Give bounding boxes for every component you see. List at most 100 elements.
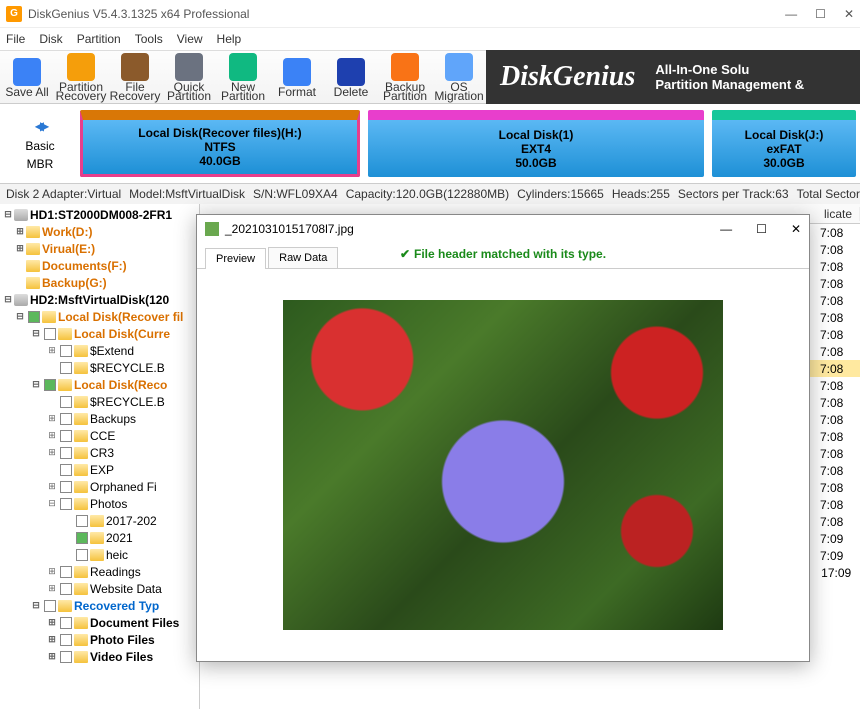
checkbox[interactable]: [60, 413, 72, 425]
menu-partition[interactable]: Partition: [77, 32, 121, 46]
checkbox[interactable]: [76, 515, 88, 527]
tree-item[interactable]: ⊟Local Disk(Curre: [0, 325, 199, 342]
next-disk-button[interactable]: ▶: [40, 119, 45, 133]
expand-icon[interactable]: ⊞: [46, 481, 58, 492]
preview-close-button[interactable]: ✕: [791, 222, 801, 236]
expand-icon[interactable]: ⊟: [2, 294, 14, 305]
maximize-button[interactable]: ☐: [815, 7, 826, 21]
toolbar-quick-partition[interactable]: Quick Partition: [162, 50, 216, 104]
tree-item[interactable]: ⊞Virual(E:): [0, 240, 199, 257]
tree-item[interactable]: EXP: [0, 461, 199, 478]
preview-maximize-button[interactable]: ☐: [756, 222, 767, 236]
checkbox[interactable]: [60, 362, 72, 374]
checkbox[interactable]: [76, 549, 88, 561]
menu-help[interactable]: Help: [217, 32, 242, 46]
tree-item[interactable]: ⊞Website Data: [0, 580, 199, 597]
expand-icon[interactable]: ⊞: [46, 583, 58, 594]
tree-item[interactable]: ⊞CCE: [0, 427, 199, 444]
expand-icon[interactable]: ⊟: [14, 311, 26, 322]
tree-item[interactable]: ⊟Local Disk(Reco: [0, 376, 199, 393]
toolbar-partition-recovery[interactable]: Partition Recovery: [54, 50, 108, 104]
tree-item[interactable]: ⊟Recovered Typ: [0, 597, 199, 614]
expand-icon[interactable]: ⊞: [46, 617, 58, 628]
col-duplicate[interactable]: licate: [820, 207, 860, 221]
tree-item[interactable]: ⊞CR3: [0, 444, 199, 461]
partition-block[interactable]: Local Disk(1)EXT450.0GB: [368, 110, 704, 177]
expand-icon[interactable]: ⊞: [14, 226, 26, 237]
tab-raw-data[interactable]: Raw Data: [268, 247, 338, 268]
checkbox[interactable]: [60, 396, 72, 408]
toolbar-os-migration[interactable]: OS Migration: [432, 50, 486, 104]
tree-item[interactable]: 2021: [0, 529, 199, 546]
minimize-button[interactable]: —: [785, 7, 797, 21]
tree-item[interactable]: ⊞ Readings: [0, 563, 199, 580]
tree-item[interactable]: ⊟Photos: [0, 495, 199, 512]
checkbox[interactable]: [76, 532, 88, 544]
expand-icon[interactable]: ⊞: [46, 345, 58, 356]
checkbox[interactable]: [60, 464, 72, 476]
tree-item[interactable]: heic: [0, 546, 199, 563]
tree-item[interactable]: ⊞Orphaned Fi: [0, 478, 199, 495]
expand-icon[interactable]: ⊞: [46, 447, 58, 458]
toolbar-backup-partition[interactable]: Backup Partition: [378, 50, 432, 104]
checkbox[interactable]: [28, 311, 40, 323]
expand-icon[interactable]: ⊞: [46, 634, 58, 645]
tree-item[interactable]: $RECYCLE.B: [0, 393, 199, 410]
tree-item[interactable]: ⊞Document Files: [0, 614, 199, 631]
checkbox[interactable]: [60, 498, 72, 510]
toolbar-file-recovery[interactable]: File Recovery: [108, 50, 162, 104]
tree-item[interactable]: ⊞Photo Files: [0, 631, 199, 648]
checkbox[interactable]: [60, 430, 72, 442]
toolbar-save-all[interactable]: Save All: [0, 50, 54, 104]
expand-icon[interactable]: ⊞: [46, 566, 58, 577]
preview-minimize-button[interactable]: —: [720, 222, 732, 236]
expand-icon[interactable]: ⊟: [30, 600, 42, 611]
save-all-icon: [13, 58, 41, 86]
tree-item[interactable]: $RECYCLE.B: [0, 359, 199, 376]
tree-label: Readings: [90, 565, 141, 579]
checkbox[interactable]: [60, 481, 72, 493]
checkbox[interactable]: [60, 345, 72, 357]
expand-icon[interactable]: ⊟: [30, 328, 42, 339]
tree-item[interactable]: ⊞Video Files: [0, 648, 199, 665]
checkbox[interactable]: [60, 617, 72, 629]
checkbox[interactable]: [44, 328, 56, 340]
toolbar-delete[interactable]: Delete: [324, 50, 378, 104]
preview-titlebar[interactable]: _20210310151708l7.jpg — ☐ ✕: [197, 215, 809, 243]
tree-item[interactable]: 2017-202: [0, 512, 199, 529]
expand-icon[interactable]: ⊟: [30, 379, 42, 390]
partition-block[interactable]: Local Disk(Recover files)(H:)NTFS40.0GB: [80, 110, 360, 177]
tree-item[interactable]: ⊞Backups: [0, 410, 199, 427]
expand-icon[interactable]: ⊟: [46, 498, 58, 509]
directory-tree[interactable]: ⊟HD1:ST2000DM008-2FR1⊞Work(D:)⊞Virual(E:…: [0, 204, 200, 709]
toolbar-format[interactable]: Format: [270, 50, 324, 104]
checkbox[interactable]: [60, 447, 72, 459]
checkbox[interactable]: [60, 566, 72, 578]
partition-block[interactable]: Local Disk(J:)exFAT30.0GB: [712, 110, 856, 177]
tree-item[interactable]: ⊟HD1:ST2000DM008-2FR1: [0, 206, 199, 223]
tree-item[interactable]: ⊟Local Disk(Recover fil: [0, 308, 199, 325]
checkbox[interactable]: [60, 634, 72, 646]
checkbox[interactable]: [44, 600, 56, 612]
toolbar-new-partition[interactable]: New Partition: [216, 50, 270, 104]
folder-icon: [58, 328, 72, 340]
menu-file[interactable]: File: [6, 32, 25, 46]
tree-item[interactable]: Documents(F:): [0, 257, 199, 274]
tree-item[interactable]: ⊟HD2:MsftVirtualDisk(120: [0, 291, 199, 308]
checkbox[interactable]: [60, 651, 72, 663]
menu-tools[interactable]: Tools: [135, 32, 163, 46]
menu-disk[interactable]: Disk: [39, 32, 62, 46]
checkbox[interactable]: [44, 379, 56, 391]
expand-icon[interactable]: ⊞: [46, 651, 58, 662]
tab-preview[interactable]: Preview: [205, 248, 266, 269]
tree-item[interactable]: Backup(G:): [0, 274, 199, 291]
expand-icon[interactable]: ⊞: [46, 413, 58, 424]
expand-icon[interactable]: ⊞: [14, 243, 26, 254]
expand-icon[interactable]: ⊞: [46, 430, 58, 441]
checkbox[interactable]: [60, 583, 72, 595]
tree-item[interactable]: ⊞Work(D:): [0, 223, 199, 240]
close-button[interactable]: ✕: [844, 7, 854, 21]
tree-item[interactable]: ⊞$Extend: [0, 342, 199, 359]
menu-view[interactable]: View: [177, 32, 203, 46]
expand-icon[interactable]: ⊟: [2, 209, 14, 220]
